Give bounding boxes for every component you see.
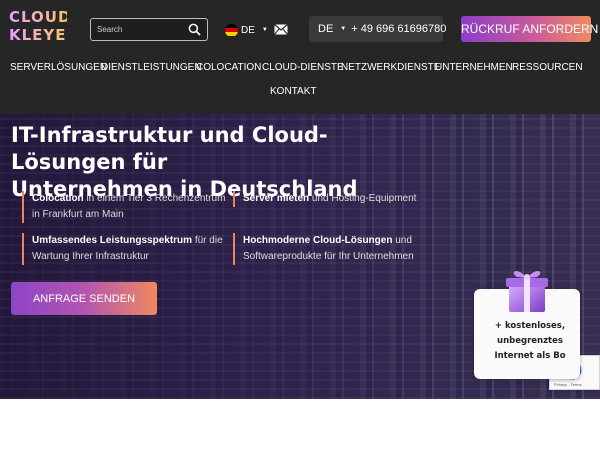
feature-title: Umfassendes Leistungsspektrum [32,235,193,246]
nav-item-ressourcen[interactable]: RESSOURCEN [512,62,583,73]
feature-server-mieten: Server mieten und Hosting-Equipment [233,191,438,207]
feature-title: Hochmoderne Cloud-Lösungen [243,235,393,246]
request-callback-button[interactable]: RÜCKRUF ANFORDERN [461,16,598,42]
language-code: DE [241,24,255,36]
german-flag-icon [225,23,238,37]
search-icon[interactable] [188,23,201,36]
headline-line-1: IT-Infrastruktur und Cloud-Lösungen für [11,123,328,174]
promo-line-1: + kostenloses, [494,321,566,331]
search-input[interactable] [97,22,187,37]
site-header: CLOUD KLEYER DE ▼ DE ▼ + 49 696 61696780… [0,0,600,114]
feature-title: Server mieten [243,193,310,204]
cloudkleyer-logo[interactable]: CLOUD KLEYER [9,8,80,48]
nav-item-unternehmen[interactable]: UNTERNEHMEN [435,62,513,73]
promo-line-2: unbegrenztes [497,336,563,346]
nav-item-dienstleistungen[interactable]: DIENSTLEISTUNGEN [101,62,202,73]
send-inquiry-button[interactable]: ANFRAGE SENDEN [11,282,157,315]
recaptcha-links[interactable]: Privacy - Terms [554,382,581,387]
gift-icon [506,270,548,312]
nav-item-cloud-dienste[interactable]: CLOUD-DIENSTE [262,62,344,73]
hero-section: IT-Infrastruktur und Cloud-Lösungen für … [0,114,600,399]
promo-line-3: Internet als Bo [494,351,566,361]
chevron-down-icon: ▼ [340,26,347,32]
search-box [90,18,208,41]
chevron-down-icon: ▼ [261,27,268,33]
envelope-icon[interactable] [274,24,288,35]
phone-selector[interactable]: DE ▼ + 49 696 61696780 [309,16,446,42]
logo-line-2: KLEYER [9,26,80,44]
logo-line-1: CLOUD [9,8,72,26]
feature-text: und Hosting-Equipment [309,193,417,204]
promo-text: + kostenloses, unbegrenztes Internet als… [484,319,576,364]
nav-item-serverloesungen[interactable]: SERVERLÖSUNGEN [10,62,107,73]
feature-title: Colocation [32,193,84,204]
phone-number[interactable]: + 49 696 61696780 [351,23,446,35]
phone-region: DE [318,23,334,35]
nav-item-netzwerkdienste[interactable]: NETZWERKDIENSTE [341,62,440,73]
feature-leistungsspektrum: Umfassendes Leistungsspektrum für die Wa… [22,233,227,265]
nav-item-colocation[interactable]: COLOCATION [196,62,261,73]
language-switcher[interactable]: DE ▼ [225,22,268,38]
feature-cloud-loesungen: Hochmoderne Cloud-Lösungen und Softwarep… [233,233,438,265]
feature-colocation: Colocation in einem Tier 3 Rechenzentrum… [22,191,227,223]
nav-item-kontakt[interactable]: KONTAKT [270,86,316,97]
